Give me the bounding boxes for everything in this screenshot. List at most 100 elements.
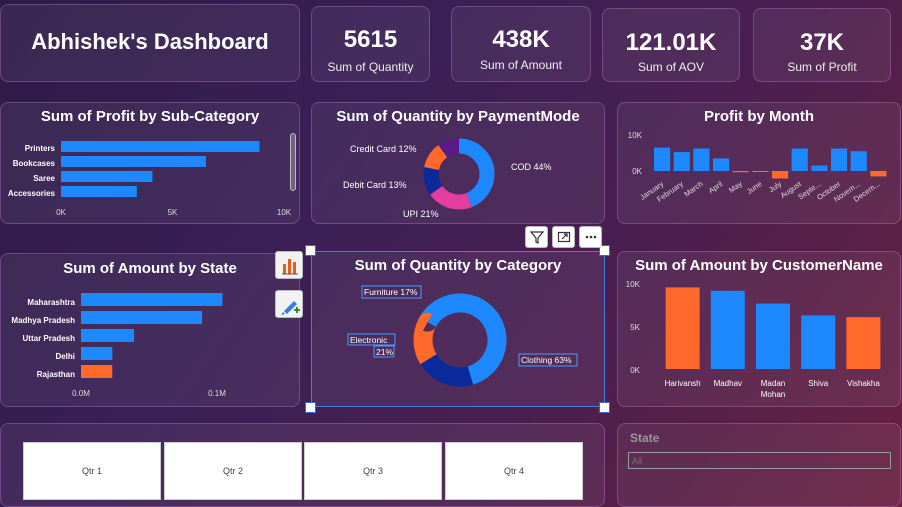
kpi-label: Sum of Amount xyxy=(479,58,563,72)
resize-handle[interactable] xyxy=(305,402,316,413)
tick-label: 0K xyxy=(632,167,642,176)
slicer-button-qtr4[interactable]: Qtr 4 xyxy=(445,442,583,500)
bar-chart-icon xyxy=(282,259,298,275)
category-label: Mohan xyxy=(761,390,785,399)
month-label: April xyxy=(707,179,725,195)
bar xyxy=(61,141,260,152)
scrollbar[interactable] xyxy=(290,133,296,191)
bar xyxy=(665,287,700,369)
kpi-card-profit[interactable]: 37K Sum of Profit xyxy=(753,8,891,82)
tick-label: 10K xyxy=(628,131,643,140)
bar xyxy=(710,290,745,369)
quantity-by-category-visual[interactable]: Sum of Quantity by Category Furniture 17… xyxy=(311,251,605,407)
slicer-title: State xyxy=(630,431,660,445)
slice-label: Clothing 63% xyxy=(521,355,572,365)
resize-handle[interactable] xyxy=(305,245,316,256)
bar xyxy=(752,171,769,172)
amount-by-state-visual[interactable]: Sum of Amount by State Maharashtra Madhya… xyxy=(0,253,300,407)
tick-label: 0.0M xyxy=(72,389,90,398)
category-label: Shiva xyxy=(808,379,829,388)
profit-subcategory-chart: Printers Bookcases Saree Accessories 0K 5K 10K xyxy=(8,141,292,217)
kpi-value: 37K xyxy=(799,29,845,56)
quarter-slicer: Qtr 1 Qtr 2 Qtr 3 Qtr 4 xyxy=(0,423,605,507)
bar xyxy=(756,303,790,369)
quantity-by-paymentmode-visual[interactable]: Sum of Quantity by PaymentMode COD 44% UP… xyxy=(311,102,605,224)
bar xyxy=(673,152,690,171)
bar xyxy=(81,347,113,360)
bar xyxy=(61,186,137,197)
focus-mode-icon xyxy=(557,231,570,243)
more-options-button[interactable] xyxy=(579,226,602,248)
slicer-button-qtr3[interactable]: Qtr 3 xyxy=(304,442,442,500)
category-label: Maharashtra xyxy=(27,298,75,307)
format-visual-button[interactable] xyxy=(275,251,303,279)
amount-state-chart: Maharashtra Madhya Pradesh Uttar Pradesh De… xyxy=(11,293,226,398)
focus-mode-button[interactable] xyxy=(552,226,575,248)
category-label: Harivansh xyxy=(665,379,701,388)
amount-by-customer-visual[interactable]: Sum of Amount by CustomerName 10K 5K 0K Har… xyxy=(617,251,901,407)
filter-button[interactable] xyxy=(525,226,548,248)
tick-label: 5K xyxy=(168,208,178,217)
kpi-value: 121.01K xyxy=(625,29,717,56)
tick-label: 10K xyxy=(277,208,292,217)
brush-icon xyxy=(281,301,300,315)
tick-label: 0.1M xyxy=(208,389,226,398)
bar xyxy=(713,158,730,171)
month-label: May xyxy=(727,179,744,195)
tick-label: 0K xyxy=(56,208,66,217)
slice-label: Electronic xyxy=(350,335,388,345)
bar xyxy=(81,311,203,324)
slice-label: 21% xyxy=(376,347,393,357)
tick-label: 10K xyxy=(626,280,641,289)
category-label: Accessories xyxy=(8,189,56,198)
profit-by-subcategory-visual[interactable]: Sum of Profit by Sub-Category Printers Bo… xyxy=(0,102,300,224)
kpi-value: 438K xyxy=(492,26,550,53)
category-label: Madhav xyxy=(714,379,742,388)
category-donut-chart: Furniture 17% Electronic 21% Clothing 63% xyxy=(347,285,578,387)
month-label: March xyxy=(682,179,704,198)
bar xyxy=(61,171,153,182)
kpi-card-amount[interactable]: 438K Sum of Amount xyxy=(451,6,591,82)
category-label: Vishakha xyxy=(847,379,880,388)
month-label: June xyxy=(745,179,763,196)
dashboard-title-card: Abhishek's Dashboard xyxy=(0,4,300,82)
profit-by-month-visual[interactable]: Profit by Month 10K 0K January February Marc… xyxy=(617,102,901,224)
bar xyxy=(81,365,113,378)
slicer-button-qtr2[interactable]: Qtr 2 xyxy=(164,442,302,500)
ellipsis-icon xyxy=(585,235,596,239)
bar xyxy=(801,315,836,369)
analytics-button[interactable] xyxy=(275,290,303,318)
category-label: Printers xyxy=(25,144,56,153)
bar xyxy=(791,148,808,171)
category-label: Bookcases xyxy=(13,159,56,168)
state-slicer: State xyxy=(617,423,901,507)
slice-label: Debit Card 13% xyxy=(343,180,407,190)
bar xyxy=(811,165,828,171)
kpi-value: 5615 xyxy=(343,26,398,53)
kpi-label: Sum of AOV xyxy=(637,60,705,74)
kpi-label: Sum of Quantity xyxy=(327,60,414,74)
state-dropdown[interactable] xyxy=(628,452,891,469)
bar xyxy=(81,329,135,342)
category-label: Uttar Pradesh xyxy=(23,334,76,343)
bar xyxy=(831,148,848,171)
bar xyxy=(732,171,749,173)
slice-label: Furniture 17% xyxy=(364,287,418,297)
dashboard-title: Abhishek's Dashboard xyxy=(31,29,269,54)
kpi-label: Sum of Profit xyxy=(787,60,857,74)
kpi-card-aov[interactable]: 121.01K Sum of AOV xyxy=(602,8,740,82)
tick-label: 0K xyxy=(630,366,640,375)
paymentmode-donut-chart: COD 44% UPI 21% Debit Card 13% Credit Card … xyxy=(343,138,552,219)
bar xyxy=(846,317,881,369)
category-label: Madhya Pradesh xyxy=(11,316,75,325)
resize-handle[interactable] xyxy=(599,402,610,413)
filter-icon xyxy=(529,231,544,244)
bar xyxy=(772,171,789,179)
amount-customer-chart: 10K 5K 0K Harivansh Madhav Madan Mohan Shiva Vis… xyxy=(626,280,881,399)
slicer-button-qtr1[interactable]: Qtr 1 xyxy=(23,442,161,500)
tick-label: 5K xyxy=(630,323,640,332)
category-label: Rajasthan xyxy=(37,370,75,379)
bar xyxy=(693,148,710,171)
category-label: Saree xyxy=(33,174,55,183)
kpi-card-quantity[interactable]: 5615 Sum of Quantity xyxy=(311,6,430,82)
